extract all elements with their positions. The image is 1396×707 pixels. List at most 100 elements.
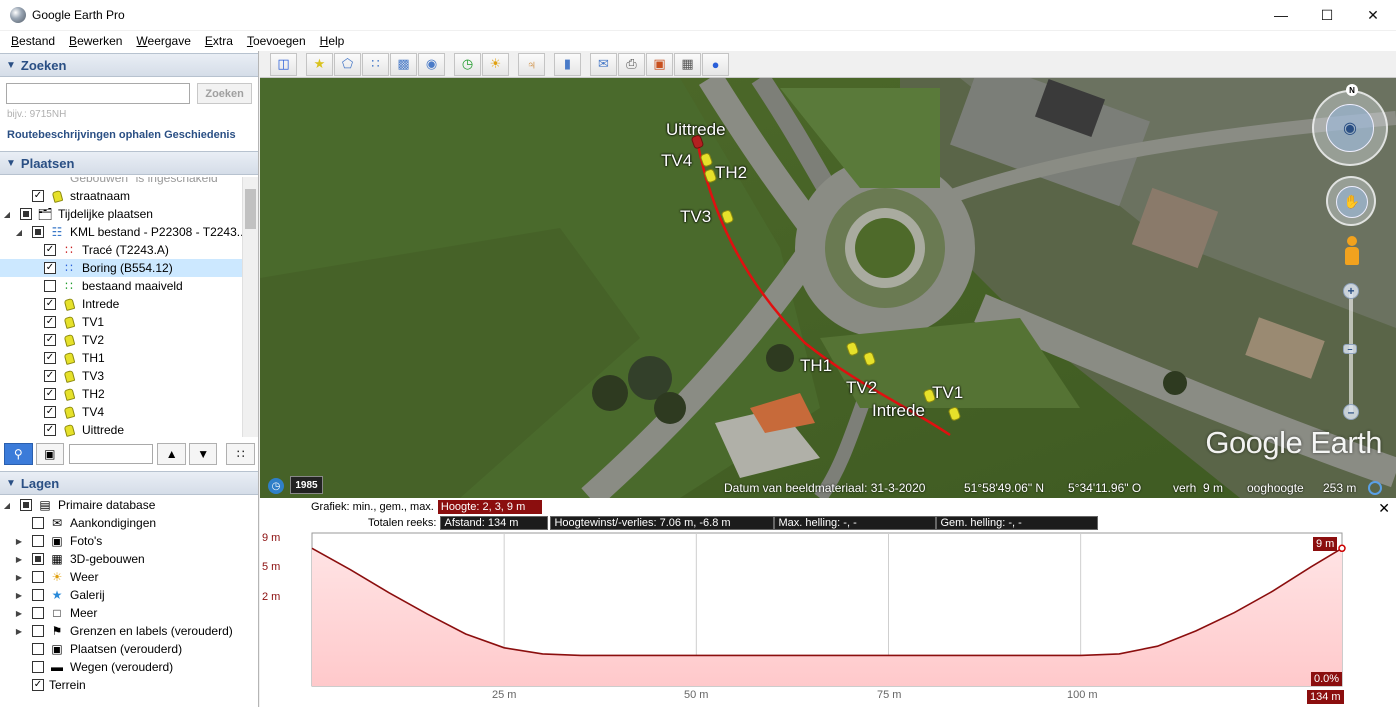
look-joystick[interactable]: ◉ <box>1312 90 1388 166</box>
zoom-out-button[interactable]: – <box>1343 404 1359 420</box>
print-icon[interactable]: ⎙ <box>618 52 645 76</box>
checkbox[interactable] <box>32 553 44 565</box>
layer-item-galerij[interactable]: ▶ ★ Galerij <box>14 586 105 604</box>
checkbox[interactable] <box>32 589 44 601</box>
scrollbar-thumb[interactable] <box>245 189 256 229</box>
expand-arrow-icon[interactable]: ▶ <box>14 627 24 636</box>
checkbox[interactable] <box>32 571 44 583</box>
google-maps-icon[interactable]: ● <box>702 52 729 76</box>
maximize-button[interactable]: ☐ <box>1304 0 1350 30</box>
email-icon[interactable]: ✉ <box>590 52 617 76</box>
menu-bestand[interactable]: Bestand <box>4 34 62 48</box>
checkbox[interactable]: ✓ <box>44 334 56 346</box>
menu-bewerken[interactable]: Bewerken <box>62 34 129 48</box>
places-item-tv3[interactable]: ✓ TV3 <box>44 367 104 385</box>
planet-icon[interactable]: ♃ <box>518 52 545 76</box>
expand-arrow-icon[interactable]: ▶ <box>14 591 24 600</box>
eye-icon[interactable]: ◉ <box>1326 104 1374 152</box>
layer-item-3d[interactable]: ▶ ▦ 3D-gebouwen <box>14 550 145 568</box>
places-item-maaiveld[interactable]: ∷ bestaand maaiveld <box>44 277 183 295</box>
places-item-trace[interactable]: ✓ ∷ Tracé (T2243.A) <box>44 241 169 259</box>
places-item-tijdelijke[interactable]: ◢ 🗂 Tijdelijke plaatsen <box>2 205 153 223</box>
expand-arrow-icon[interactable]: ▶ <box>14 573 24 582</box>
checkbox[interactable]: ✓ <box>44 316 56 328</box>
checkbox[interactable] <box>32 517 44 529</box>
layer-item-primaire[interactable]: ◢ ▤ Primaire database <box>2 496 155 514</box>
expand-arrow-icon[interactable]: ◢ <box>2 210 12 219</box>
search-button[interactable]: Zoeken <box>197 83 252 104</box>
compass-north-icon[interactable]: N <box>1346 84 1358 96</box>
map-view-icon[interactable]: ▦ <box>674 52 701 76</box>
add-polygon-icon[interactable]: ⬠ <box>334 52 361 76</box>
street-view-pegman-icon[interactable] <box>1345 236 1359 268</box>
sidebar-toggle-icon[interactable]: ◫ <box>270 52 297 76</box>
checkbox[interactable] <box>32 661 44 673</box>
add-placemark-icon[interactable]: ★ <box>306 52 333 76</box>
map-label-tv3[interactable]: TV3 <box>680 207 711 227</box>
close-button[interactable]: ✕ <box>1350 0 1396 30</box>
checkbox[interactable] <box>32 226 44 238</box>
places-item-th1[interactable]: ✓ TH1 <box>44 349 105 367</box>
layer-item-weer[interactable]: ▶ ☀ Weer <box>14 568 99 586</box>
zoom-in-button[interactable]: + <box>1343 283 1359 299</box>
expand-arrow-icon[interactable]: ▶ <box>14 609 24 618</box>
ruler-icon[interactable]: ▮ <box>554 52 581 76</box>
move-down-button[interactable]: ▼ <box>188 443 218 465</box>
places-filter-input[interactable] <box>69 444 154 464</box>
expand-arrow-icon[interactable]: ◢ <box>14 228 24 237</box>
map-view[interactable]: Uittrede TV4 TH2 TV3 TH1 TV2 TV1 Intrede… <box>260 78 1396 498</box>
checkbox[interactable] <box>20 499 32 511</box>
map-label-tv4[interactable]: TV4 <box>661 151 692 171</box>
menu-help[interactable]: Help <box>313 34 352 48</box>
sunlight-icon[interactable]: ☀ <box>482 52 509 76</box>
layer-item-grenzen[interactable]: ▶ ⚑ Grenzen en labels (verouderd) <box>14 622 233 640</box>
checkbox[interactable] <box>32 625 44 637</box>
checkbox[interactable]: ✓ <box>44 298 56 310</box>
checkbox[interactable] <box>32 535 44 547</box>
layer-item-plaatsen[interactable]: ▣ Plaatsen (verouderd) <box>32 640 182 658</box>
places-panel-header[interactable]: ▼ Plaatsen <box>0 151 258 175</box>
expand-arrow-icon[interactable]: ▶ <box>14 537 24 546</box>
route-history-links[interactable]: Routebeschrijvingen ophalen Geschiedenis <box>0 120 258 141</box>
checkbox[interactable]: ✓ <box>32 190 44 202</box>
map-label-th2[interactable]: TH2 <box>715 163 747 183</box>
layers-panel-header[interactable]: ▼ Lagen <box>0 471 258 495</box>
checkbox[interactable] <box>32 607 44 619</box>
play-tour-button[interactable]: ∷ <box>226 443 255 465</box>
map-label-tv2[interactable]: TV2 <box>846 378 877 398</box>
zoom-slider-handle[interactable]: – <box>1343 344 1357 354</box>
places-item-tv4[interactable]: ✓ TV4 <box>44 403 104 421</box>
places-item-boring[interactable]: ✓ ∷ Boring (B554.12) <box>0 259 242 277</box>
layer-item-wegen[interactable]: ▬ Wegen (verouderd) <box>32 658 173 676</box>
toggle-view-button[interactable]: ▣ <box>35 443 64 465</box>
menu-weergave[interactable]: Weergave <box>129 34 197 48</box>
places-scrollbar[interactable] <box>242 177 258 437</box>
map-label-intrede[interactable]: Intrede <box>872 401 925 421</box>
search-panel-header[interactable]: ▼ Zoeken <box>0 53 258 77</box>
checkbox[interactable]: ✓ <box>44 244 56 256</box>
map-label-th1[interactable]: TH1 <box>800 356 832 376</box>
checkbox[interactable]: ✓ <box>32 679 44 691</box>
menu-toevoegen[interactable]: Toevoegen <box>240 34 313 48</box>
move-up-button[interactable]: ▲ <box>157 443 186 465</box>
places-item-straatnaam[interactable]: ✓ straatnaam <box>32 187 130 205</box>
expand-arrow-icon[interactable]: ◢ <box>2 501 12 510</box>
map-label-tv1[interactable]: TV1 <box>932 383 963 403</box>
expand-arrow-icon[interactable]: ▶ <box>14 555 24 564</box>
search-places-button[interactable]: ⚲ <box>4 443 33 465</box>
move-joystick[interactable]: ✋ <box>1326 176 1376 226</box>
historical-imagery-icon[interactable]: ◷ <box>454 52 481 76</box>
record-tour-icon[interactable]: ◉ <box>418 52 445 76</box>
checkbox[interactable]: ✓ <box>44 262 56 274</box>
elevation-chart[interactable] <box>260 498 1396 707</box>
save-image-icon[interactable]: ▣ <box>646 52 673 76</box>
checkbox[interactable]: ✓ <box>44 352 56 364</box>
layer-item-aankondigingen[interactable]: ✉ Aankondigingen <box>32 514 156 532</box>
map-label-uittrede[interactable]: Uittrede <box>666 120 726 140</box>
add-path-icon[interactable]: ∷ <box>362 52 389 76</box>
menu-extra[interactable]: Extra <box>198 34 240 48</box>
places-item-th2[interactable]: ✓ TH2 <box>44 385 105 403</box>
checkbox[interactable] <box>20 208 32 220</box>
places-item-intrede[interactable]: ✓ Intrede <box>44 295 119 313</box>
add-overlay-icon[interactable]: ▩ <box>390 52 417 76</box>
